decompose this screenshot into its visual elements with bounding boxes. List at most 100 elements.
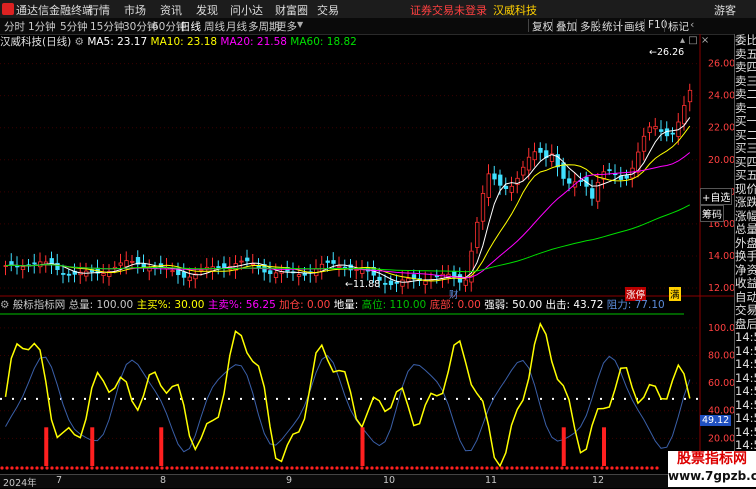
quote-panel-item[interactable]: 外盘 [735,236,756,251]
ma10-line [5,125,691,282]
bottom-dot [410,466,414,470]
bottom-dot [220,466,224,470]
quote-panel-item[interactable]: 涨幅 [735,209,756,224]
quote-panel-item[interactable]: 委比 [735,34,756,48]
quote-panel-item[interactable]: 涨跌 [735,195,756,210]
tab-weekly[interactable]: 周线 [204,19,225,34]
bottom-dot [360,466,364,470]
candle-down [624,175,629,179]
biaoji-button[interactable]: 标记 [664,19,692,33]
tab-more[interactable]: 更多 [276,19,297,34]
indicator-tick-label: 100.0 [708,323,734,334]
quote-panel-item[interactable]: 买三 [735,141,756,156]
bottom-dot [140,466,144,470]
quote-panel-item[interactable]: 14:50 [735,425,756,440]
add-watchlist-button[interactable]: +自选 [700,188,733,205]
bottom-dot [240,466,244,470]
quote-panel-item[interactable]: 总量 [735,222,756,237]
bottom-dot [440,466,444,470]
man-marker[interactable]: 满 [669,287,681,301]
bottom-dot [645,466,649,470]
bottom-dot [375,466,379,470]
quote-panel-item[interactable]: 盘后 [735,317,756,332]
quote-panel-item[interactable]: 买二 [735,128,756,143]
indicator-name[interactable]: 般标指标网 [13,299,66,311]
quote-panel-item[interactable]: 14:50 [735,398,756,413]
quote-panel[interactable]: 委比 卖五 卖四 卖三 卖二 卖一 买一 买二 买三 买四 买五 现价 涨跌 涨幅 总量 外盘 换手 净资 收益 自动… [734,34,756,474]
bottom-dot [70,466,74,470]
quote-panel-item[interactable]: 自动 [735,290,756,305]
quote-panel-item[interactable]: 14:50 [735,384,756,399]
quote-panel-item[interactable]: 卖四 [735,60,756,75]
tab-5min[interactable]: 5分钟 [60,19,88,34]
guest-button[interactable]: 游客 [714,2,736,18]
menu-caifuquan[interactable]: 财富圈 [275,2,308,18]
quote-panel-item[interactable]: 买一 [735,114,756,129]
indicator-legend: ⚙ 般标指标网 总量: 100.00 主买%: 30.00 主卖%: 56.25… [0,297,665,311]
tab-fenshi[interactable]: 分时 [4,19,25,34]
price-axis: 26.0024.0022.0020.0018.0016.0014.0012.00 [708,59,734,294]
price-tick-label: 14.00 [708,251,734,262]
candle-up [130,260,135,263]
more-chevron-icon[interactable]: ▼ [297,20,303,29]
candle-down [331,260,336,264]
bottom-dot [575,466,579,470]
bottom-dot [350,466,354,470]
bottom-dot [655,466,659,470]
bottom-dot [525,466,529,470]
candle-down [394,281,399,284]
quote-panel-item[interactable]: 卖一 [735,101,756,116]
bottom-dot [65,466,69,470]
bottom-dot [615,466,619,470]
quote-panel-item[interactable]: 收益 [735,276,756,291]
quote-panel-item[interactable]: 卖五 [735,47,756,62]
candle-up [406,278,411,282]
tab-1min[interactable]: 1分钟 [28,19,56,34]
add-position-bar [360,427,365,466]
quote-panel-item[interactable]: 14:50 [735,371,756,386]
quote-panel-item[interactable]: 卖二 [735,87,756,102]
bottom-dot [385,466,389,470]
bottom-dot [515,466,519,470]
bottom-dot [215,466,219,470]
menu-wenxiaoda[interactable]: 问小达 [230,2,263,18]
bottom-dot [300,466,304,470]
quote-panel-item[interactable]: 买五 [735,168,756,183]
quote-panel-item[interactable]: 换手 [735,249,756,264]
bottom-dot [510,466,514,470]
quote-panel-item[interactable]: 卖三 [735,74,756,89]
back-arrow-icon[interactable]: ‹ [690,18,694,31]
quote-panel-item[interactable]: 净资 [735,263,756,278]
bottom-dot [20,466,24,470]
tab-daily[interactable]: 日线 [180,19,201,34]
quote-panel-item[interactable]: 14:50 [735,330,756,345]
menu-jiaoyi[interactable]: 交易 [317,2,339,18]
menu-zixun[interactable]: 资讯 [160,2,182,18]
ind-main-sell: 主卖%: 56.25 [207,299,276,311]
chip-button[interactable]: 筹码 [700,205,724,222]
login-banner[interactable]: 证券交易未登录 汉威科技 [410,2,537,18]
menu-shichang[interactable]: 市场 [124,2,146,18]
menu-hangqing[interactable]: 行情 [88,2,110,18]
ma20-line [5,152,691,279]
quote-panel-item[interactable]: 交易 [735,303,756,318]
quote-panel-item[interactable]: 现价 [735,182,756,197]
quote-panel-item[interactable]: 买四 [735,155,756,170]
quote-panel-item[interactable]: 14:50 [735,411,756,426]
quote-panel-item[interactable]: 14:50 [735,357,756,372]
quote-panel-item[interactable]: 14:50 [735,344,756,359]
tab-multi-period[interactable]: 多周期 [248,19,280,34]
bottom-dot [460,466,464,470]
kline-chart[interactable]: 26.0024.0022.0020.0018.0016.0014.0012.00… [0,34,734,474]
ma5-line [5,117,691,283]
bottom-dot [405,466,409,470]
menu-faxian[interactable]: 发现 [196,2,218,18]
bottom-dot [205,466,209,470]
tab-monthly[interactable]: 月线 [226,19,247,34]
indicator-panel: 100.080.0060.0040.0020.00 [0,313,734,470]
indicator-gear-icon[interactable]: ⚙ [0,299,9,311]
tab-15min[interactable]: 15分钟 [90,19,124,34]
ma-lines [5,117,691,283]
bottom-dot [165,466,169,470]
bottom-dot [235,466,239,470]
